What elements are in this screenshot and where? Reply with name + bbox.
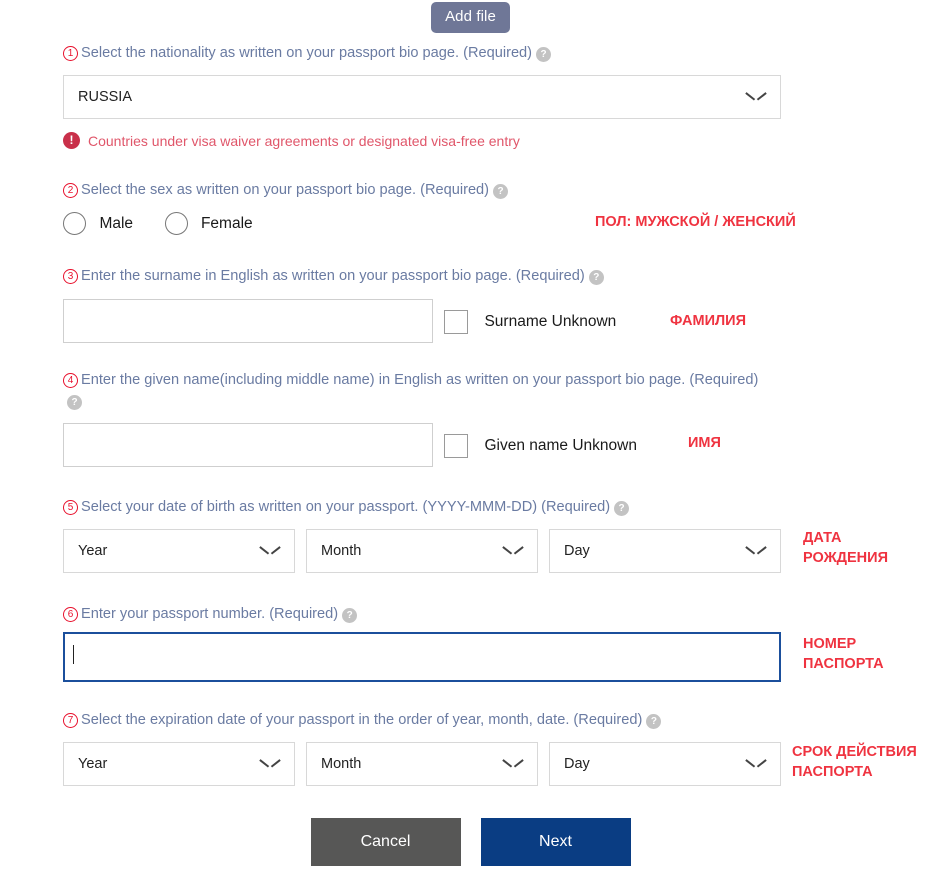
radio-male-label: Male [99, 214, 134, 232]
visa-application-form: Add file 1 Select the nationality as writ… [0, 0, 941, 896]
surname-input[interactable] [63, 299, 433, 343]
passport-number-input[interactable] [63, 632, 781, 682]
annotation-surname: ФАМИЛИЯ [670, 313, 747, 329]
annotation-given-name: ИМЯ [688, 435, 721, 451]
chevron-down-icon [746, 92, 766, 103]
expiry-month-select[interactable]: Month [306, 742, 538, 786]
surname-unknown-group: Surname Unknown [444, 310, 616, 334]
chevron-down-icon [260, 546, 280, 557]
question-number-4: 4 [63, 372, 78, 388]
question-nationality: 1 Select the nationality as written on yo… [63, 43, 552, 64]
question-number-7: 7 [63, 712, 78, 728]
help-icon[interactable]: ? [67, 395, 82, 410]
chevron-down-icon [746, 546, 766, 557]
question-expiry-date-text: Select the expiration date of your passp… [81, 712, 643, 728]
given-name-input[interactable] [63, 423, 433, 467]
add-file-row: Add file [0, 2, 941, 33]
question-surname-label: 3 Enter the surname in English as written… [63, 266, 604, 287]
question-nationality-text: Select the nationality as written on you… [81, 45, 533, 61]
question-birth-date-text: Select your date of birth as written on … [81, 499, 611, 515]
help-icon[interactable]: ? [614, 501, 630, 516]
help-icon[interactable]: ? [342, 608, 358, 623]
help-icon[interactable]: ? [646, 714, 662, 729]
question-number-6: 6 [63, 606, 78, 622]
birth-month-value: Month [321, 543, 362, 559]
birth-day-value: Day [564, 543, 590, 559]
visa-waiver-warning-text: Countries under visa waiver agreements o… [88, 132, 520, 149]
question-sex: 2 Select the sex as written on your passp… [63, 180, 509, 201]
question-expiry-date: 7 Select the expiration date of your pass… [63, 710, 662, 731]
birth-month-select[interactable]: Month [306, 529, 538, 573]
annotation-birth-date: ДАТА РОЖДЕНИЯ [803, 530, 888, 566]
expiry-day-select[interactable]: Day [549, 742, 781, 786]
question-surname: 3 Enter the surname in English as written… [63, 266, 604, 287]
chevron-down-icon [746, 759, 766, 770]
chevron-down-icon [260, 759, 280, 770]
visa-waiver-warning: ! Countries under visa waiver agreements… [63, 132, 520, 149]
sex-radio-group: Male Female [63, 212, 253, 235]
question-passport-number-text: Enter your passport number. (Required) [81, 606, 339, 622]
given-name-unknown-label: Given name Unknown [484, 437, 637, 454]
radio-female-label: Female [200, 214, 253, 232]
birth-year-value: Year [78, 543, 108, 559]
question-passport-number-label: 6 Enter your passport number. (Required)? [63, 604, 358, 625]
question-given-name-text: Enter the given name(including middle na… [81, 372, 759, 388]
given-name-unknown-checkbox[interactable] [444, 434, 468, 458]
expiry-year-value: Year [78, 756, 108, 772]
birth-year-select[interactable]: Year [63, 529, 295, 573]
annotation-passport-number: НОМЕР ПАСПОРТА [803, 636, 884, 672]
question-sex-text: Select the sex as written on your passpo… [81, 182, 490, 198]
question-expiry-date-label: 7 Select the expiration date of your pass… [63, 710, 662, 731]
question-given-name: 4 Enter the given name(including middle n… [63, 370, 763, 412]
question-number-1: 1 [63, 45, 78, 61]
question-surname-text: Enter the surname in English as written … [81, 268, 585, 284]
add-file-button[interactable]: Add file [431, 2, 510, 33]
birth-day-select[interactable]: Day [549, 529, 781, 573]
form-actions: Cancel Next [0, 818, 941, 866]
chevron-down-icon [503, 759, 523, 770]
question-given-name-label: 4 Enter the given name(including middle n… [63, 370, 763, 412]
expiry-year-select[interactable]: Year [63, 742, 295, 786]
radio-female[interactable] [164, 212, 188, 235]
next-button[interactable]: Next [480, 818, 631, 866]
expiry-month-value: Month [321, 756, 362, 772]
chevron-down-icon [503, 546, 523, 557]
help-icon[interactable]: ? [536, 47, 552, 62]
exclamation-circle-icon: ! [63, 132, 80, 149]
radio-male[interactable] [63, 212, 86, 235]
cancel-button[interactable]: Cancel [310, 818, 461, 866]
question-number-2: 2 [63, 182, 78, 198]
help-icon[interactable]: ? [493, 184, 509, 199]
nationality-select[interactable]: RUSSIA [63, 75, 781, 119]
text-cursor [73, 645, 74, 664]
expiry-day-value: Day [564, 756, 590, 772]
nationality-value: RUSSIA [78, 89, 132, 105]
question-number-3: 3 [63, 268, 78, 284]
surname-unknown-checkbox[interactable] [444, 310, 468, 334]
question-sex-label: 2 Select the sex as written on your passp… [63, 180, 509, 201]
question-birth-date-label: 5 Select your date of birth as written on… [63, 497, 630, 518]
question-birth-date: 5 Select your date of birth as written on… [63, 497, 630, 518]
question-passport-number: 6 Enter your passport number. (Required)? [63, 604, 358, 625]
given-name-unknown-group: Given name Unknown [444, 434, 637, 458]
passport-number-wrap [63, 632, 781, 682]
question-nationality-label: 1 Select the nationality as written on yo… [63, 43, 552, 64]
annotation-expiry: СРОК ДЕЙСТВИЯ ПАСПОРТА [792, 744, 917, 780]
help-icon[interactable]: ? [588, 270, 604, 285]
annotation-sex: ПОЛ: МУЖСКОЙ / ЖЕНСКИЙ [595, 214, 796, 230]
surname-unknown-label: Surname Unknown [484, 313, 617, 330]
question-number-5: 5 [63, 499, 78, 515]
